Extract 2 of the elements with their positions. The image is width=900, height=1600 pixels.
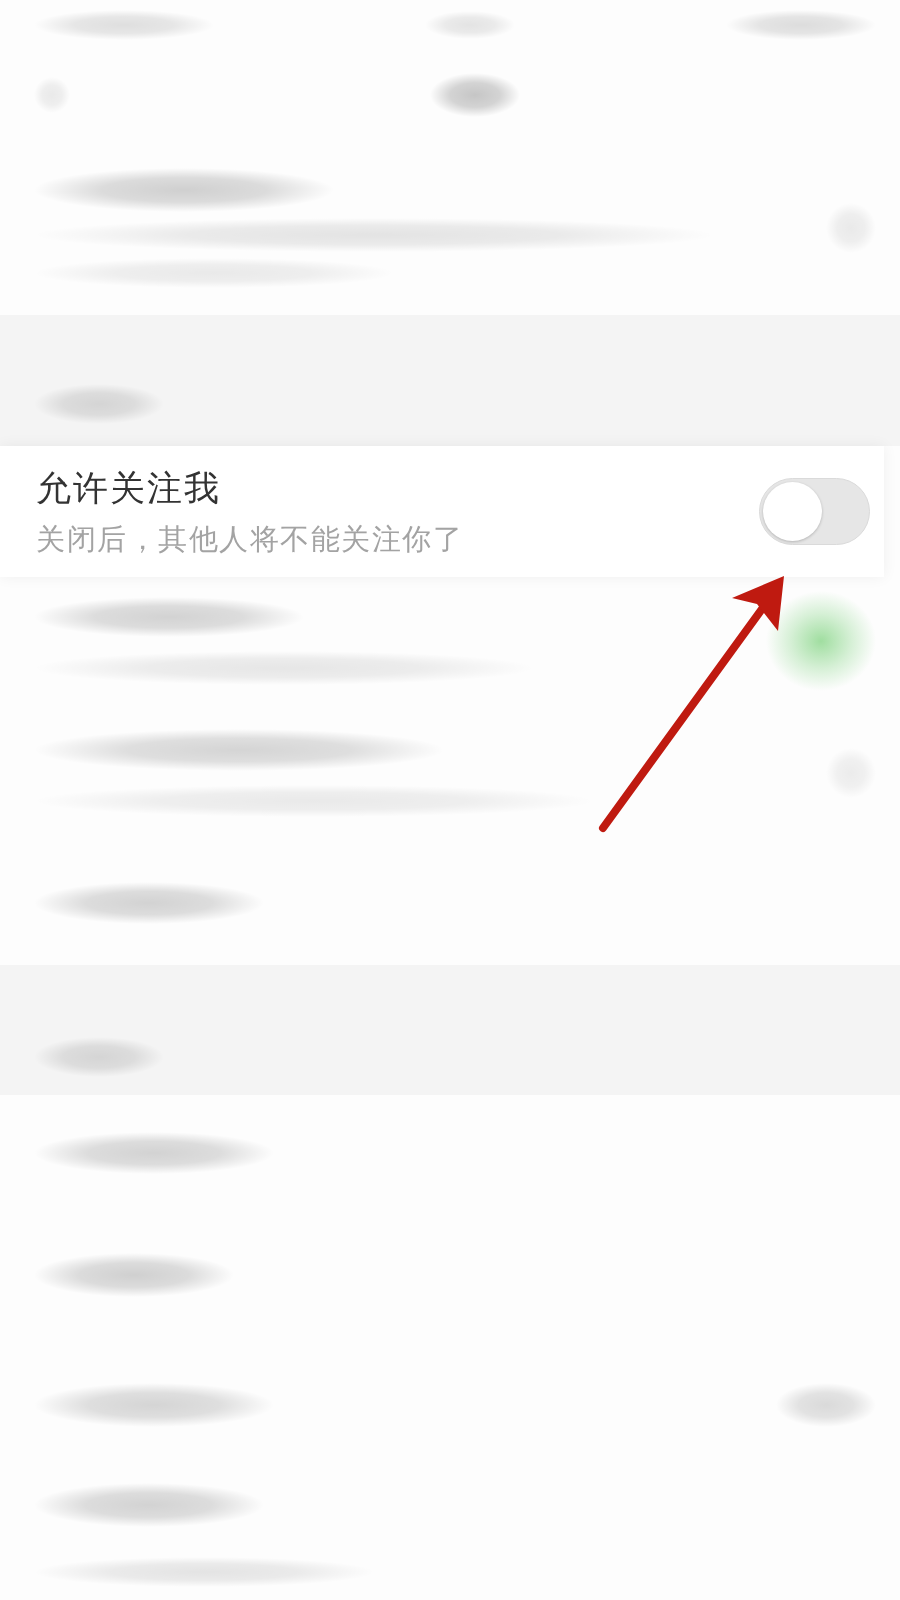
setting-description: 关闭后，其他人将不能关注你了 xyxy=(36,520,463,557)
setting-title: 允许关注我 xyxy=(36,466,222,509)
